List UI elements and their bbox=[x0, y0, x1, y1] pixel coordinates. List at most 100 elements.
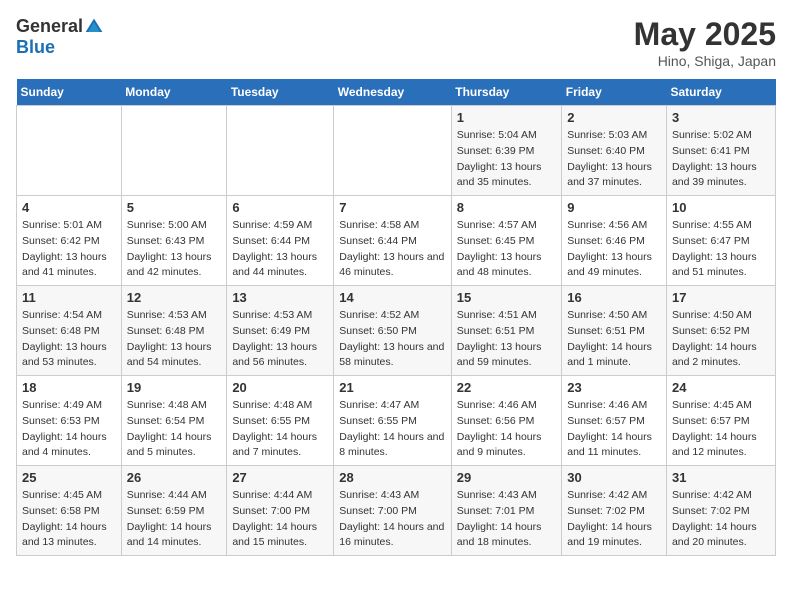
calendar-cell: 10 Sunrise: 4:55 AM Sunset: 6:47 PM Dayl… bbox=[666, 196, 775, 286]
daylight-text: Daylight: 13 hours and 35 minutes. bbox=[457, 161, 542, 189]
calendar-cell: 20 Sunrise: 4:48 AM Sunset: 6:55 PM Dayl… bbox=[227, 376, 334, 466]
sunrise-text: Sunrise: 4:51 AM bbox=[457, 309, 537, 321]
sunrise-text: Sunrise: 4:53 AM bbox=[232, 309, 312, 321]
calendar-cell: 16 Sunrise: 4:50 AM Sunset: 6:51 PM Dayl… bbox=[562, 286, 667, 376]
day-info: Sunrise: 5:03 AM Sunset: 6:40 PM Dayligh… bbox=[567, 128, 661, 191]
daylight-text: Daylight: 14 hours and 16 minutes. bbox=[339, 521, 444, 549]
col-monday: Monday bbox=[121, 79, 227, 106]
daylight-text: Daylight: 14 hours and 20 minutes. bbox=[672, 521, 757, 549]
sunrise-text: Sunrise: 4:48 AM bbox=[127, 399, 207, 411]
day-number: 25 bbox=[22, 470, 116, 485]
sunset-text: Sunset: 7:01 PM bbox=[457, 505, 535, 517]
logo-general: General bbox=[16, 16, 83, 37]
calendar-cell bbox=[334, 106, 452, 196]
day-number: 9 bbox=[567, 200, 661, 215]
day-info: Sunrise: 4:56 AM Sunset: 6:46 PM Dayligh… bbox=[567, 218, 661, 281]
calendar-cell: 3 Sunrise: 5:02 AM Sunset: 6:41 PM Dayli… bbox=[666, 106, 775, 196]
day-number: 13 bbox=[232, 290, 328, 305]
sunset-text: Sunset: 6:57 PM bbox=[567, 415, 645, 427]
daylight-text: Daylight: 14 hours and 4 minutes. bbox=[22, 431, 107, 459]
day-number: 18 bbox=[22, 380, 116, 395]
day-number: 2 bbox=[567, 110, 661, 125]
day-info: Sunrise: 4:59 AM Sunset: 6:44 PM Dayligh… bbox=[232, 218, 328, 281]
calendar-cell: 27 Sunrise: 4:44 AM Sunset: 7:00 PM Dayl… bbox=[227, 466, 334, 556]
daylight-text: Daylight: 13 hours and 53 minutes. bbox=[22, 341, 107, 369]
col-sunday: Sunday bbox=[17, 79, 122, 106]
daylight-text: Daylight: 13 hours and 42 minutes. bbox=[127, 251, 212, 279]
sunset-text: Sunset: 6:57 PM bbox=[672, 415, 750, 427]
sunrise-text: Sunrise: 4:44 AM bbox=[127, 489, 207, 501]
daylight-text: Daylight: 13 hours and 37 minutes. bbox=[567, 161, 652, 189]
calendar-cell: 30 Sunrise: 4:42 AM Sunset: 7:02 PM Dayl… bbox=[562, 466, 667, 556]
daylight-text: Daylight: 13 hours and 56 minutes. bbox=[232, 341, 317, 369]
day-info: Sunrise: 4:57 AM Sunset: 6:45 PM Dayligh… bbox=[457, 218, 556, 281]
day-number: 29 bbox=[457, 470, 556, 485]
sunrise-text: Sunrise: 4:58 AM bbox=[339, 219, 419, 231]
daylight-text: Daylight: 13 hours and 51 minutes. bbox=[672, 251, 757, 279]
calendar-cell: 11 Sunrise: 4:54 AM Sunset: 6:48 PM Dayl… bbox=[17, 286, 122, 376]
daylight-text: Daylight: 13 hours and 54 minutes. bbox=[127, 341, 212, 369]
day-info: Sunrise: 5:00 AM Sunset: 6:43 PM Dayligh… bbox=[127, 218, 222, 281]
calendar-cell: 29 Sunrise: 4:43 AM Sunset: 7:01 PM Dayl… bbox=[451, 466, 561, 556]
col-tuesday: Tuesday bbox=[227, 79, 334, 106]
calendar-cell: 12 Sunrise: 4:53 AM Sunset: 6:48 PM Dayl… bbox=[121, 286, 227, 376]
sunrise-text: Sunrise: 4:50 AM bbox=[672, 309, 752, 321]
day-info: Sunrise: 4:48 AM Sunset: 6:55 PM Dayligh… bbox=[232, 398, 328, 461]
daylight-text: Daylight: 13 hours and 46 minutes. bbox=[339, 251, 444, 279]
calendar-cell: 17 Sunrise: 4:50 AM Sunset: 6:52 PM Dayl… bbox=[666, 286, 775, 376]
sunset-text: Sunset: 6:44 PM bbox=[339, 235, 417, 247]
col-wednesday: Wednesday bbox=[334, 79, 452, 106]
sunset-text: Sunset: 6:39 PM bbox=[457, 145, 535, 157]
calendar-cell: 22 Sunrise: 4:46 AM Sunset: 6:56 PM Dayl… bbox=[451, 376, 561, 466]
day-number: 16 bbox=[567, 290, 661, 305]
day-number: 11 bbox=[22, 290, 116, 305]
daylight-text: Daylight: 14 hours and 14 minutes. bbox=[127, 521, 212, 549]
calendar-cell: 13 Sunrise: 4:53 AM Sunset: 6:49 PM Dayl… bbox=[227, 286, 334, 376]
day-number: 15 bbox=[457, 290, 556, 305]
sunset-text: Sunset: 6:47 PM bbox=[672, 235, 750, 247]
calendar-cell: 9 Sunrise: 4:56 AM Sunset: 6:46 PM Dayli… bbox=[562, 196, 667, 286]
calendar-cell: 2 Sunrise: 5:03 AM Sunset: 6:40 PM Dayli… bbox=[562, 106, 667, 196]
sunset-text: Sunset: 6:51 PM bbox=[567, 325, 645, 337]
day-info: Sunrise: 4:47 AM Sunset: 6:55 PM Dayligh… bbox=[339, 398, 446, 461]
day-number: 28 bbox=[339, 470, 446, 485]
sunrise-text: Sunrise: 4:45 AM bbox=[22, 489, 102, 501]
calendar-table: Sunday Monday Tuesday Wednesday Thursday… bbox=[16, 79, 776, 556]
logo: General Blue bbox=[16, 16, 104, 58]
sunset-text: Sunset: 6:50 PM bbox=[339, 325, 417, 337]
daylight-text: Daylight: 14 hours and 15 minutes. bbox=[232, 521, 317, 549]
day-number: 30 bbox=[567, 470, 661, 485]
logo-blue: Blue bbox=[16, 37, 55, 57]
day-number: 24 bbox=[672, 380, 770, 395]
day-info: Sunrise: 4:44 AM Sunset: 7:00 PM Dayligh… bbox=[232, 488, 328, 551]
daylight-text: Daylight: 14 hours and 7 minutes. bbox=[232, 431, 317, 459]
day-number: 14 bbox=[339, 290, 446, 305]
calendar-title: May 2025 bbox=[634, 16, 776, 53]
sunrise-text: Sunrise: 4:54 AM bbox=[22, 309, 102, 321]
sunset-text: Sunset: 6:59 PM bbox=[127, 505, 205, 517]
week-row-5: 25 Sunrise: 4:45 AM Sunset: 6:58 PM Dayl… bbox=[17, 466, 776, 556]
sunrise-text: Sunrise: 4:46 AM bbox=[457, 399, 537, 411]
daylight-text: Daylight: 13 hours and 58 minutes. bbox=[339, 341, 444, 369]
sunset-text: Sunset: 6:42 PM bbox=[22, 235, 100, 247]
logo-icon bbox=[84, 17, 104, 37]
day-info: Sunrise: 4:53 AM Sunset: 6:49 PM Dayligh… bbox=[232, 308, 328, 371]
day-info: Sunrise: 4:54 AM Sunset: 6:48 PM Dayligh… bbox=[22, 308, 116, 371]
day-number: 17 bbox=[672, 290, 770, 305]
day-number: 26 bbox=[127, 470, 222, 485]
sunset-text: Sunset: 6:54 PM bbox=[127, 415, 205, 427]
day-number: 12 bbox=[127, 290, 222, 305]
daylight-text: Daylight: 13 hours and 49 minutes. bbox=[567, 251, 652, 279]
day-info: Sunrise: 4:52 AM Sunset: 6:50 PM Dayligh… bbox=[339, 308, 446, 371]
header-row: Sunday Monday Tuesday Wednesday Thursday… bbox=[17, 79, 776, 106]
sunset-text: Sunset: 7:02 PM bbox=[672, 505, 750, 517]
sunrise-text: Sunrise: 4:57 AM bbox=[457, 219, 537, 231]
sunset-text: Sunset: 6:46 PM bbox=[567, 235, 645, 247]
sunrise-text: Sunrise: 4:53 AM bbox=[127, 309, 207, 321]
sunset-text: Sunset: 6:52 PM bbox=[672, 325, 750, 337]
day-info: Sunrise: 4:49 AM Sunset: 6:53 PM Dayligh… bbox=[22, 398, 116, 461]
calendar-cell: 28 Sunrise: 4:43 AM Sunset: 7:00 PM Dayl… bbox=[334, 466, 452, 556]
calendar-cell: 8 Sunrise: 4:57 AM Sunset: 6:45 PM Dayli… bbox=[451, 196, 561, 286]
calendar-cell: 21 Sunrise: 4:47 AM Sunset: 6:55 PM Dayl… bbox=[334, 376, 452, 466]
day-number: 22 bbox=[457, 380, 556, 395]
